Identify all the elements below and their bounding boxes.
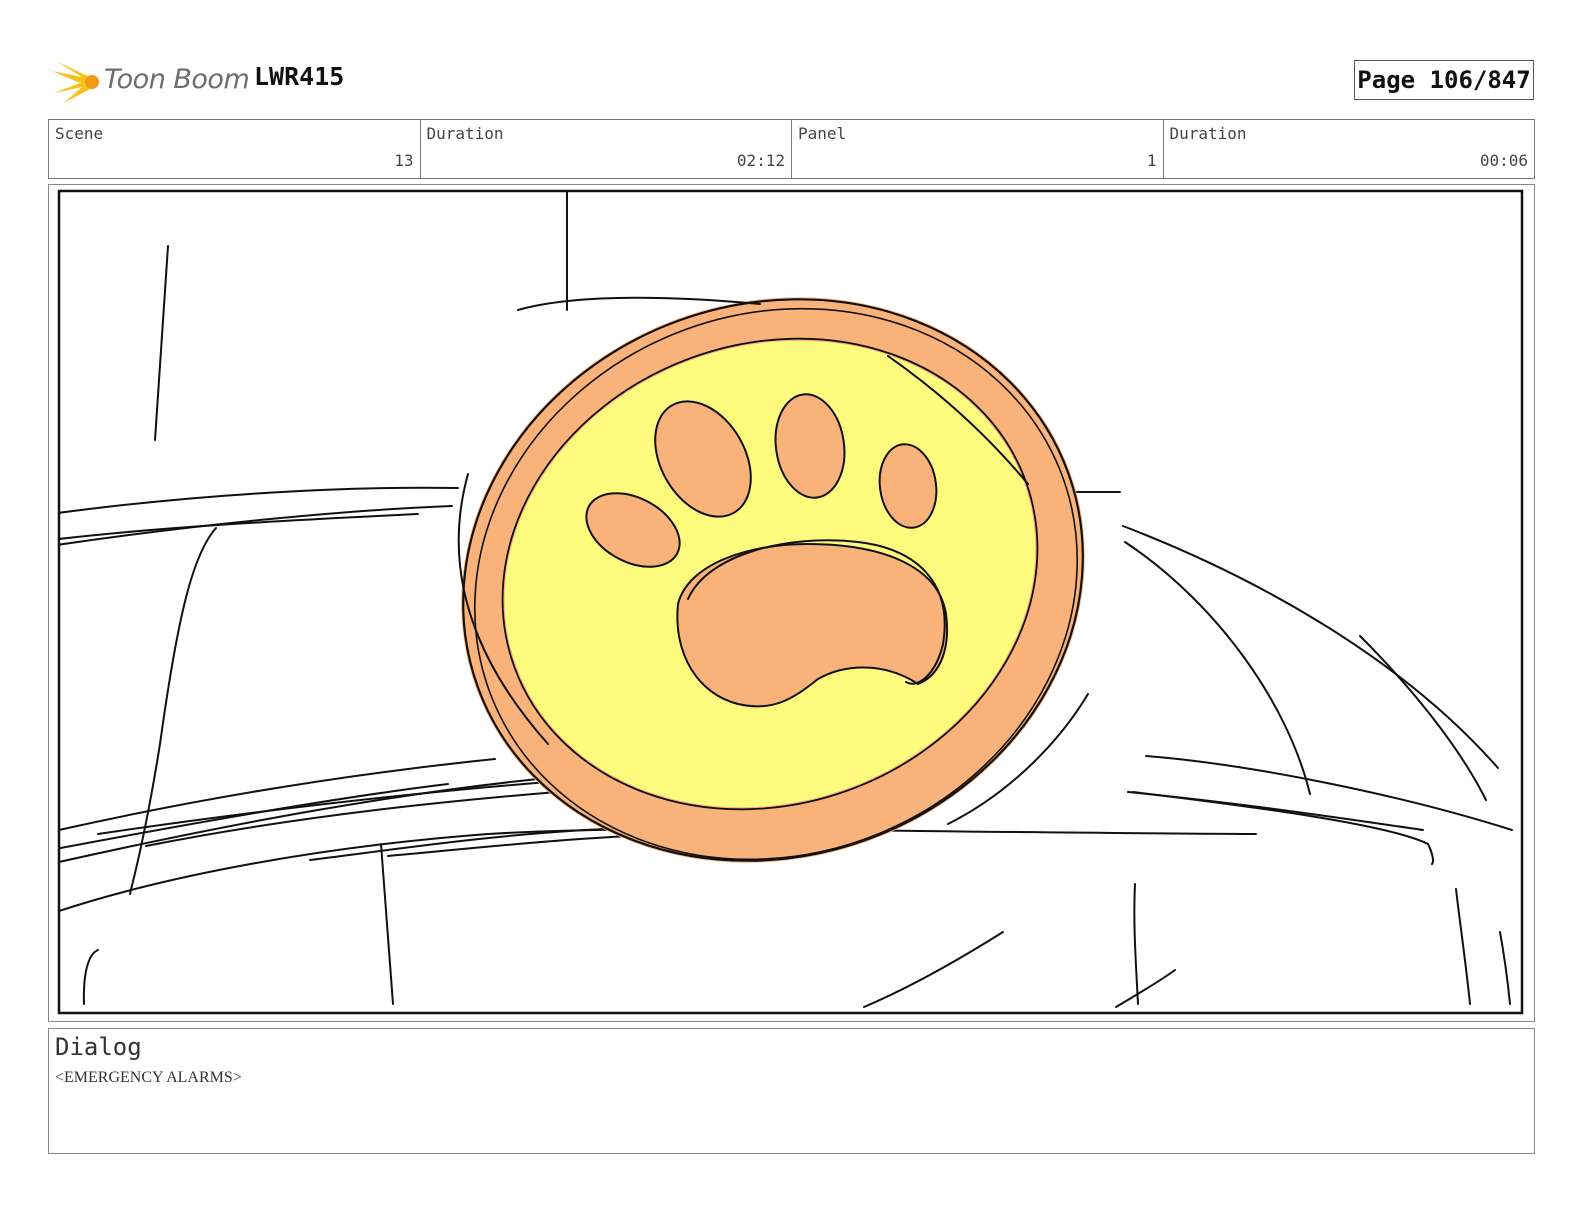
scene-cell: Scene 13 <box>49 120 421 178</box>
info-table: Scene 13 Duration 02:12 Panel 1 Duration… <box>48 119 1535 179</box>
logo-text: Toon Boom <box>104 64 250 95</box>
duration-value: 02:12 <box>736 151 785 170</box>
paw-badge <box>457 296 1089 863</box>
storyboard-panel-drawing <box>57 189 1524 1015</box>
panel-value: 1 <box>1146 151 1157 170</box>
panel-label: Panel <box>798 124 847 143</box>
scene-label: Scene <box>55 124 104 143</box>
panel-cell: Panel 1 <box>792 120 1164 178</box>
starburst-icon <box>52 61 99 103</box>
duration-label: Duration <box>426 124 504 143</box>
scene-value: 13 <box>394 151 414 170</box>
project-title: LWR415 <box>254 62 345 91</box>
panel-duration-value: 00:06 <box>1479 151 1528 170</box>
dialog-box: Dialog <EMERGENCY ALARMS> <box>48 1028 1535 1154</box>
dialog-text: <EMERGENCY ALARMS> <box>55 1069 242 1086</box>
page-number: Page 106/847 <box>1354 60 1534 100</box>
panel-duration-label: Duration <box>1169 124 1247 143</box>
duration-cell: Duration 02:12 <box>421 120 792 178</box>
panel-duration-cell: Duration 00:06 <box>1164 120 1535 178</box>
dialog-title: Dialog <box>55 1033 142 1061</box>
